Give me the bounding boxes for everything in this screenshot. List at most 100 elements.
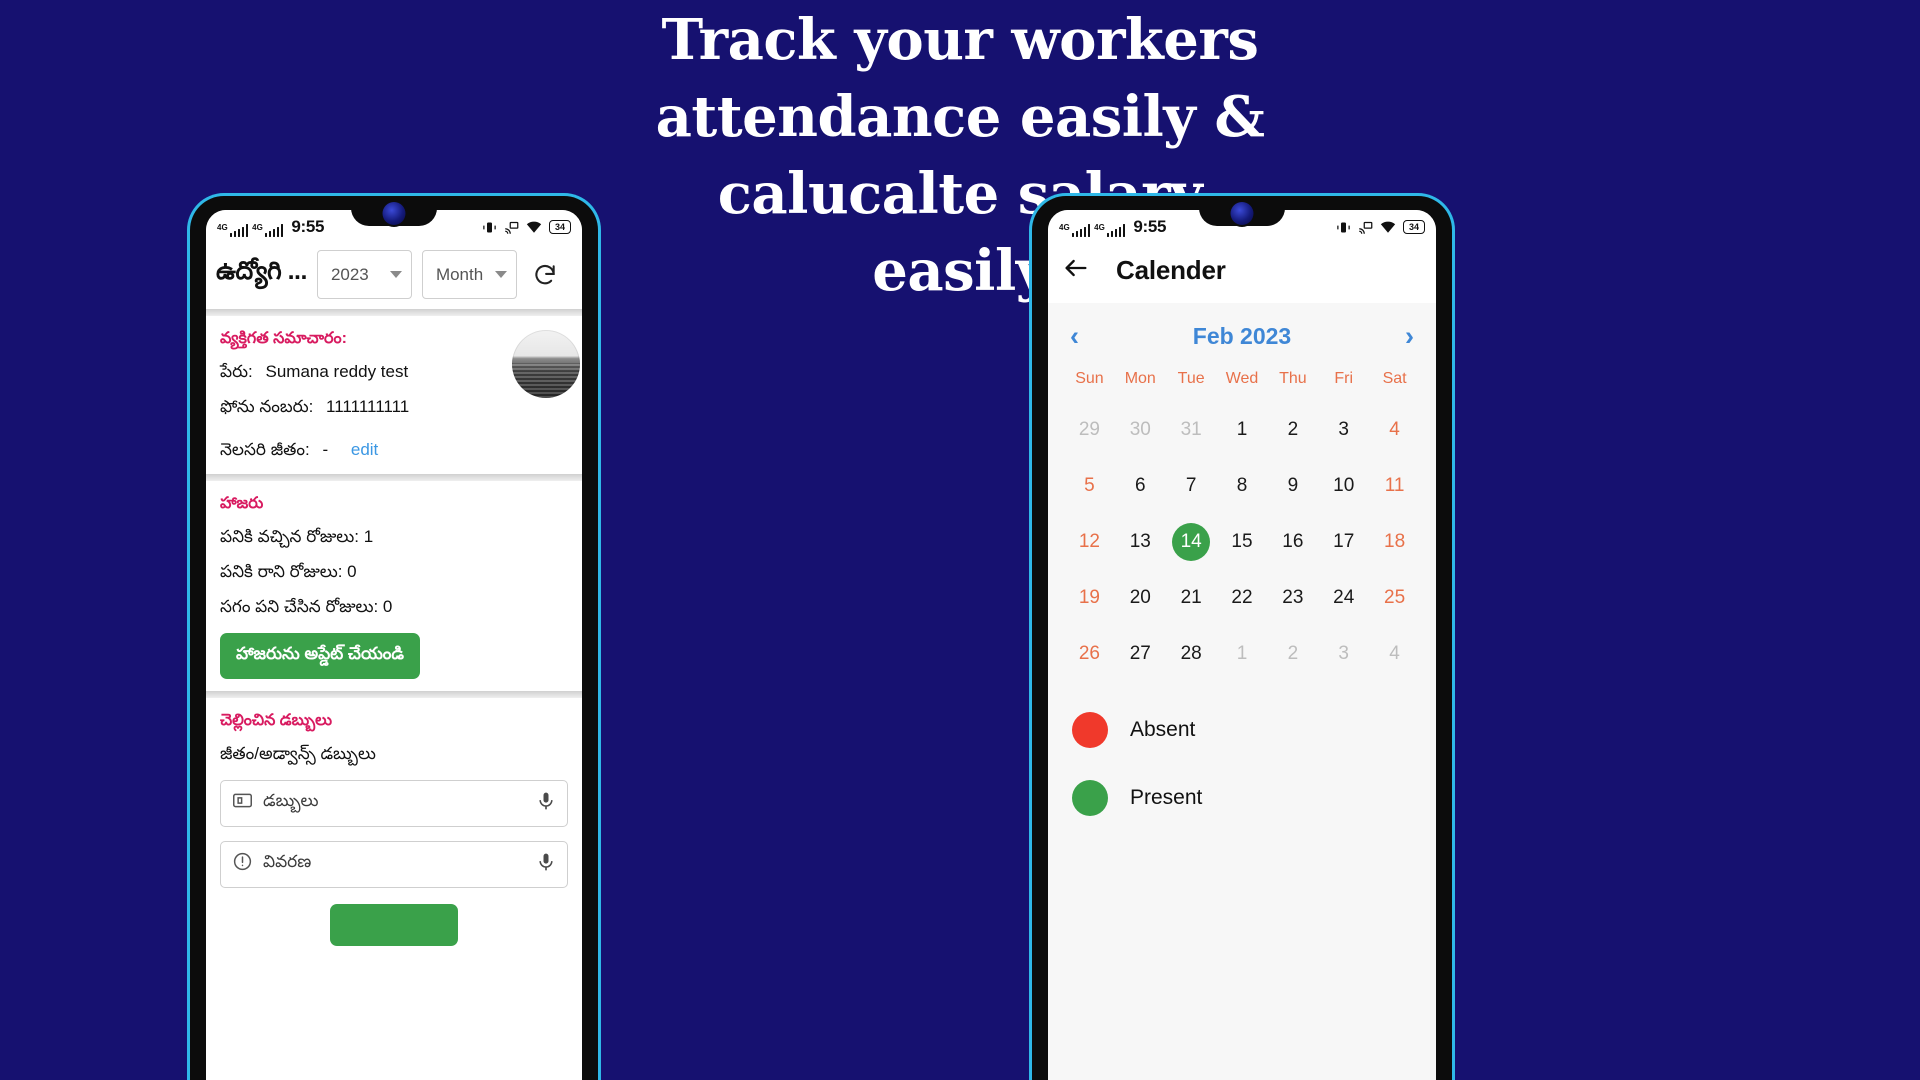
front-camera-icon — [1230, 202, 1254, 225]
amount-input-placeholder: డబ్బులు — [263, 791, 319, 811]
calendar-day-cell[interactable]: 5 — [1064, 458, 1115, 514]
calendar-day-cell[interactable]: 19 — [1064, 570, 1115, 626]
divider — [206, 473, 582, 481]
calendar-day-cell[interactable]: 13 — [1115, 514, 1166, 570]
calendar-nav: ‹ Feb 2023 › — [1048, 309, 1436, 360]
year-dropdown[interactable]: 2023 — [316, 250, 412, 299]
calendar-day-cell: 1 — [1217, 626, 1268, 682]
edit-salary-link[interactable]: edit — [351, 440, 378, 459]
year-dropdown-value: 2023 — [330, 264, 369, 284]
month-dropdown-value: Month — [435, 264, 484, 284]
payments-subheading: జీతం/అడ్వాన్స్ డబ్బులు — [220, 743, 376, 763]
wifi-icon — [526, 221, 542, 233]
calendar-day-label: 23 — [1282, 587, 1304, 608]
calendar-day-cell[interactable]: 28 — [1166, 626, 1217, 682]
calendar-day-cell[interactable]: 18 — [1369, 514, 1420, 570]
amount-input[interactable]: డబ్బులు — [220, 779, 568, 827]
calendar-day-label: 2 — [1287, 643, 1299, 664]
calendar-day-label: 5 — [1084, 475, 1095, 496]
signal-bars-icon-2 — [264, 224, 284, 237]
refresh-button[interactable] — [529, 259, 561, 291]
submit-payment-button[interactable] — [330, 903, 458, 946]
calendar-day-cell[interactable]: 27 — [1115, 626, 1166, 682]
calendar-day-label: 30 — [1129, 419, 1151, 440]
calendar-day-cell[interactable]: 10 — [1318, 458, 1369, 514]
refresh-icon — [535, 264, 555, 284]
calendar-day-cell[interactable]: 1 — [1217, 402, 1268, 458]
calendar-day-cell[interactable]: 3 — [1318, 402, 1369, 458]
calendar-month-label: Feb 2023 — [1192, 323, 1292, 349]
calendar-appbar: Calender — [1048, 244, 1436, 303]
calendar-day-cell[interactable]: 21 — [1166, 570, 1217, 626]
weekday-wed: Wed — [1225, 370, 1259, 387]
description-input[interactable]: వివరణ — [220, 840, 568, 888]
calendar-day-label: 3 — [1338, 419, 1349, 440]
back-button[interactable] — [1062, 254, 1090, 287]
calendar-grid: Sun Mon Tue Wed Thu Fri Sat 29 30 31 1 2 3 4 5 6… — [1048, 360, 1436, 682]
promo-screenshot: Track your workers attendance easily & c… — [0, 0, 1920, 1080]
calendar-day-cell[interactable]: 25 — [1369, 570, 1420, 626]
vibrate-icon — [483, 222, 496, 232]
mic-icon[interactable] — [536, 791, 556, 816]
calendar-day-cell[interactable]: 16 — [1267, 514, 1318, 570]
calendar-day-cell: 30 — [1115, 402, 1166, 458]
calendar-day-label: 14 — [1180, 531, 1202, 552]
calendar-day-cell[interactable]: 15 — [1217, 514, 1268, 570]
calendar-day-label: 13 — [1129, 531, 1151, 552]
calendar-day-cell[interactable]: 14 — [1166, 514, 1217, 570]
calendar-day-label: 11 — [1384, 475, 1405, 496]
calendar-day-cell: 3 — [1318, 626, 1369, 682]
status-clock: 9:55 — [291, 217, 325, 236]
calendar-day-label: 27 — [1129, 643, 1151, 664]
calendar-day-cell: 2 — [1267, 626, 1318, 682]
salary-value: - — [322, 439, 329, 459]
calendar-day-cell[interactable]: 9 — [1267, 458, 1318, 514]
calendar-day-cell[interactable]: 7 — [1166, 458, 1217, 514]
calendar-day-label: 8 — [1236, 475, 1248, 496]
calendar-day-cell[interactable]: 24 — [1318, 570, 1369, 626]
calendar-day-cell[interactable]: 22 — [1217, 570, 1268, 626]
halfday-days-row: సగం పని చేసిన రోజులు: 0 — [220, 596, 393, 616]
left-phone-screen: 4G 4G 9:55 34 ఉద్యోగి ... 2023 Month వ్య… — [206, 210, 582, 1080]
calendar-day-cell[interactable]: 12 — [1064, 514, 1115, 570]
salary-label: నెలసరి జీతం: — [220, 439, 310, 459]
calendar-day-cell[interactable]: 20 — [1115, 570, 1166, 626]
divider — [206, 309, 582, 316]
calendar-title: Calender — [1116, 255, 1226, 285]
avatar — [512, 330, 580, 398]
calendar-day-label: 2 — [1287, 419, 1299, 440]
calendar-day-label: 31 — [1180, 419, 1202, 440]
calendar-day-cell[interactable]: 23 — [1267, 570, 1318, 626]
wifi-icon — [1380, 221, 1396, 233]
calendar-day-label: 16 — [1282, 531, 1304, 552]
calendar-week-row: 12 13 14 15 16 17 18 — [1064, 514, 1420, 570]
prev-month-button[interactable]: ‹ — [1070, 323, 1079, 350]
status-clock: 9:55 — [1133, 217, 1167, 236]
calendar-day-cell[interactable]: 8 — [1217, 458, 1268, 514]
network-label-2: 4G — [1094, 223, 1105, 232]
present-days-row: పనికి వచ్చిన రోజులు: 1 — [220, 526, 374, 546]
next-month-button[interactable]: › — [1405, 323, 1414, 350]
name-value: Sumana reddy test — [265, 362, 409, 381]
mic-icon[interactable] — [536, 852, 556, 877]
calendar-day-label: 12 — [1078, 531, 1100, 552]
calendar-weeks: 29 30 31 1 2 3 4 5 6 7 8 9 10 11 12 13 14 15 16 17 18 19 20 21 2… — [1064, 402, 1420, 682]
calendar-week-row: 5 6 7 8 9 10 11 — [1064, 458, 1420, 514]
weekday-sun: Sun — [1075, 370, 1104, 387]
calendar-day-cell[interactable]: 4 — [1369, 402, 1420, 458]
description-input-placeholder: వివరణ — [263, 852, 312, 872]
calendar-legend: Absent Present — [1048, 682, 1436, 816]
legend-label-present: Present — [1130, 786, 1203, 809]
month-dropdown[interactable]: Month — [421, 250, 517, 299]
battery-icon: 34 — [1403, 220, 1425, 234]
calendar-day-cell[interactable]: 11 — [1369, 458, 1420, 514]
personal-info-section: వ్యక్తిగత సమాచారం: పేరు: Sumana reddy te… — [206, 316, 582, 474]
calendar-day-cell[interactable]: 6 — [1115, 458, 1166, 514]
calendar-day-cell[interactable]: 17 — [1318, 514, 1369, 570]
payments-section: చెల్లించిన డబ్బులు జీతం/అడ్వాన్స్ డబ్బుల… — [206, 697, 582, 958]
calendar-day-label: 10 — [1333, 475, 1355, 496]
headline-line-2: attendance easily & — [655, 84, 1265, 150]
calendar-day-cell[interactable]: 26 — [1064, 626, 1115, 682]
calendar-day-cell[interactable]: 2 — [1267, 402, 1318, 458]
update-attendance-button[interactable]: హాజరును అప్డేట్ చేయండి — [220, 632, 421, 679]
